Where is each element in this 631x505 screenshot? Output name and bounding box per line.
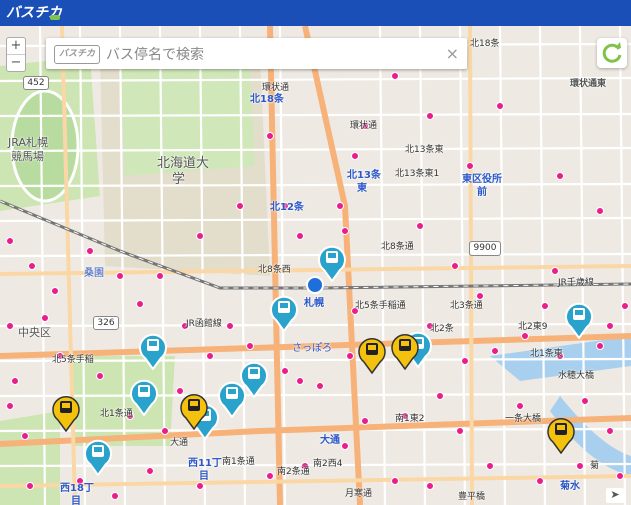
bus-stop-pin[interactable] xyxy=(130,378,158,416)
map-label: 中央区 xyxy=(18,326,51,339)
search-logo: バスチカ xyxy=(54,45,100,64)
map-label: 北12条 xyxy=(270,202,304,213)
map-label: 一条大橋 xyxy=(505,414,542,424)
map-label: 北8条通 xyxy=(381,242,414,252)
bus-stop-pin[interactable] xyxy=(84,438,112,476)
map-label: 大通 xyxy=(320,435,340,446)
map-label: 北5条手稲 xyxy=(52,355,94,365)
map-label: 北3条通 xyxy=(450,301,483,311)
route-shield: 9900 xyxy=(469,241,501,256)
map-label: 環状通東 xyxy=(570,79,607,89)
map-label: 環状通 xyxy=(350,121,378,131)
route-shield: 326 xyxy=(93,316,119,330)
map-label: 北2条 xyxy=(430,324,454,334)
map-label: 東 xyxy=(357,183,367,194)
bus-stop-pin[interactable] xyxy=(565,301,593,339)
search-input[interactable] xyxy=(104,42,438,67)
clear-icon[interactable]: × xyxy=(446,44,459,63)
bus-stop-pin[interactable] xyxy=(218,380,246,418)
map-label: 南2条通 xyxy=(277,467,310,477)
map-label: 北1条東 xyxy=(530,349,563,359)
map-label: 札幌 xyxy=(304,298,324,309)
map-label: 北8条西 xyxy=(258,265,291,275)
locate-me-button[interactable]: ➤ xyxy=(606,488,624,503)
bus-stop-pin-featured[interactable] xyxy=(358,336,386,374)
bus-stop-pin[interactable] xyxy=(270,294,298,332)
map-label: 菊水 xyxy=(560,481,580,492)
bus-stop-pin-featured[interactable] xyxy=(52,394,80,432)
map-label: 目 xyxy=(71,496,81,505)
map-label: 学 xyxy=(172,172,186,187)
refresh-icon xyxy=(602,42,622,63)
map-label: 北13条東1 xyxy=(395,169,440,179)
bus-stop-pin-featured[interactable] xyxy=(547,416,575,454)
app-header: バスチカ xyxy=(0,0,631,26)
bus-stop-pin[interactable] xyxy=(139,332,167,370)
map-label: 北13条東 xyxy=(405,145,444,155)
map-label: 北18条 xyxy=(470,39,500,49)
map-label: さっぽろ xyxy=(292,343,332,354)
map-label: 目 xyxy=(199,471,209,482)
route-shield: 452 xyxy=(23,76,49,90)
map-label: 大通 xyxy=(170,438,189,448)
map-label: JR千歳線 xyxy=(558,278,594,288)
refresh-button[interactable] xyxy=(597,38,627,68)
map-label: 環状通 xyxy=(262,83,290,93)
map-label: 水穂大橋 xyxy=(558,371,595,381)
map-label: 競馬場 xyxy=(11,150,44,163)
map-label: 北1条通 xyxy=(100,409,133,419)
bus-stop-pin-featured[interactable] xyxy=(180,392,208,430)
map-label: JR函館線 xyxy=(186,319,222,329)
zoom-in-button[interactable]: + xyxy=(7,38,25,54)
map-label: 豊平橋 xyxy=(458,492,486,502)
map-label: 前 xyxy=(477,187,487,198)
zoom-control: + − xyxy=(6,37,26,72)
zoom-out-button[interactable]: − xyxy=(7,54,25,71)
map-label: 北2東9 xyxy=(518,322,548,332)
map-label: 北5条手稲通 xyxy=(355,301,406,311)
map-label: 南1東2 xyxy=(395,414,425,424)
map-view[interactable]: 北18条 北18条 環状通 環状通東 環状通 北13条東 北13条 東 北海道大… xyxy=(0,26,631,505)
map-label: 菊 xyxy=(590,461,600,471)
search-box: バスチカ × xyxy=(46,38,467,69)
map-label: 桑園 xyxy=(84,268,104,279)
map-label: 月寒通 xyxy=(345,489,373,499)
bus-stop-pin[interactable] xyxy=(318,244,346,282)
bus-stop-pin-featured[interactable] xyxy=(391,332,419,370)
map-label: 南1条通 xyxy=(222,457,255,467)
map-label: 南2西4 xyxy=(313,459,343,469)
logo-accent xyxy=(50,15,60,20)
